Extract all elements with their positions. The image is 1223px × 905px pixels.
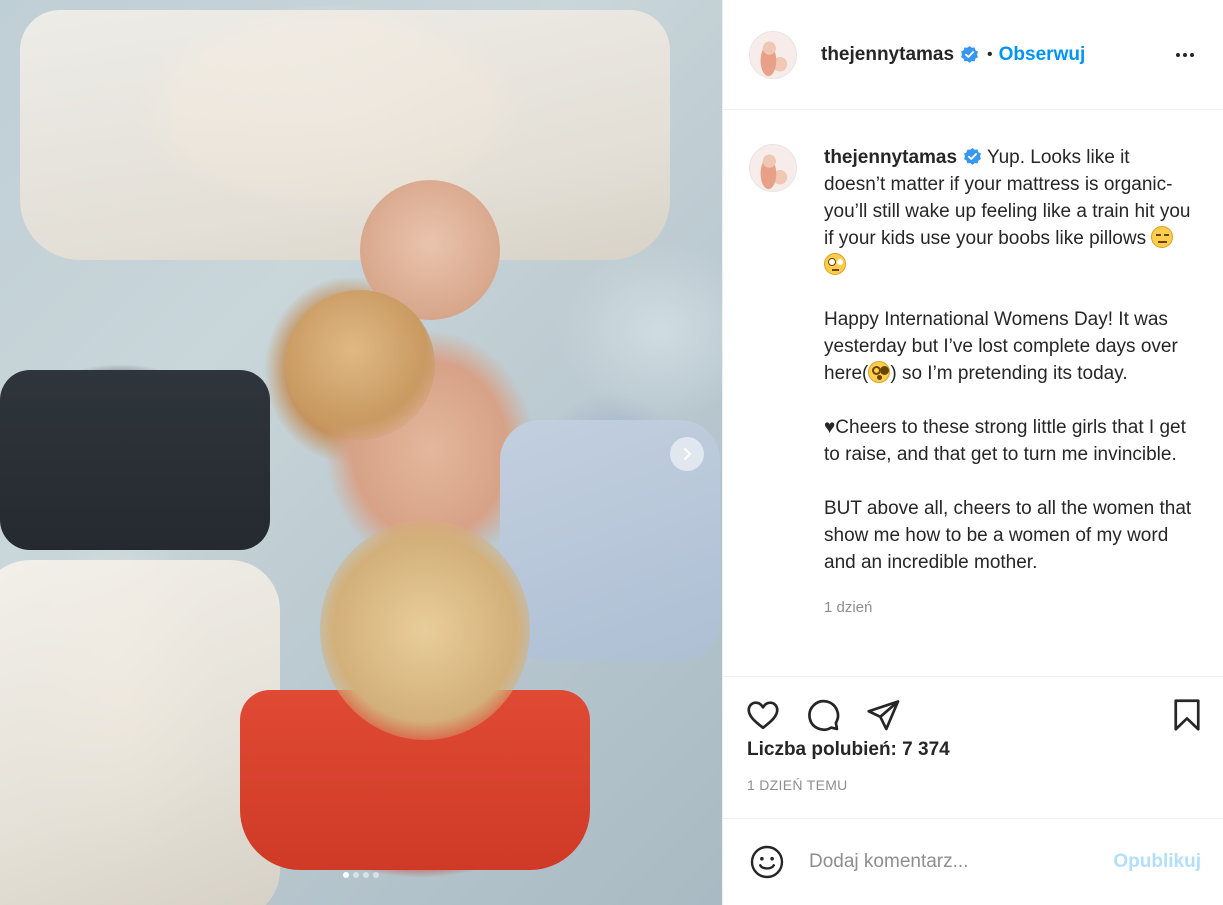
caption-text: ) so I’m pretending its today. [890, 363, 1128, 384]
photo-child-left [285, 290, 435, 440]
header-username[interactable]: thejennytamas [821, 44, 954, 66]
caption-paragraph-1: thejennytamas Yup. Looks like it doesn’t… [824, 144, 1194, 279]
post-side-panel: thejennytamas • Obserwuj thejennytamas Y… [722, 0, 1223, 905]
dizzy-face-emoji-icon [868, 361, 891, 383]
likes-count[interactable]: Liczba polubień: 7 374 [747, 739, 1203, 761]
photo-pillow [20, 10, 670, 260]
rolling-eyes-emoji-icon [824, 253, 846, 275]
bookmark-icon [1174, 699, 1200, 731]
photo-child-right [320, 520, 530, 740]
carousel-dot [363, 872, 369, 878]
avatar[interactable] [749, 30, 797, 79]
more-options-button[interactable] [1171, 41, 1199, 69]
caption-paragraph-3: ♥Cheers to these strong little girls tha… [824, 417, 1192, 465]
post-date[interactable]: 1 dzień temu [747, 777, 1203, 793]
caption-body: thejennytamas Yup. Looks like it doesn’t… [824, 144, 1194, 621]
emoji-icon [750, 845, 784, 879]
comments-section[interactable]: thejennytamas Yup. Looks like it doesn’t… [723, 110, 1223, 676]
caption: thejennytamas Yup. Looks like it doesn’t… [749, 144, 1203, 621]
header-separator: • [987, 45, 993, 63]
expressionless-face-emoji-icon [1151, 226, 1174, 248]
verified-badge-icon [964, 147, 982, 165]
caption-avatar[interactable] [749, 144, 797, 192]
action-bar: Liczba polubień: 7 374 1 dzień temu [723, 676, 1223, 793]
follow-button[interactable]: Obserwuj [999, 44, 1086, 66]
carousel-dot [373, 872, 379, 878]
caption-username[interactable]: thejennytamas [824, 147, 957, 168]
publish-button[interactable]: Opublikuj [1113, 851, 1201, 873]
share-icon [867, 700, 900, 731]
post-header: thejennytamas • Obserwuj [723, 0, 1223, 110]
caption-paragraph-4: BUT above all, cheers to all the women t… [824, 498, 1197, 573]
caption-paragraph-2: Happy International Womens Day! It was y… [824, 306, 1194, 387]
carousel-indicator [0, 872, 722, 878]
carousel-dot [343, 872, 349, 878]
verified-badge-icon [961, 45, 979, 63]
comment-form: Opublikuj [723, 818, 1223, 905]
share-button[interactable] [863, 695, 903, 735]
save-button[interactable] [1167, 695, 1207, 735]
like-button[interactable] [743, 695, 783, 735]
comment-input[interactable] [809, 851, 1114, 873]
comment-button[interactable] [803, 695, 843, 735]
carousel-dot [353, 872, 359, 878]
more-options-icon [1176, 52, 1194, 57]
photo-child-shirt [0, 370, 270, 550]
emoji-picker-button[interactable] [747, 842, 787, 882]
next-slide-button[interactable] [670, 437, 704, 471]
heart-icon [747, 701, 779, 730]
post-photo[interactable] [0, 0, 722, 905]
caption-timestamp[interactable]: 1 dzień [824, 594, 1194, 621]
next-arrow-icon [684, 448, 691, 460]
photo-blanket [0, 560, 280, 905]
comment-icon [808, 699, 840, 731]
